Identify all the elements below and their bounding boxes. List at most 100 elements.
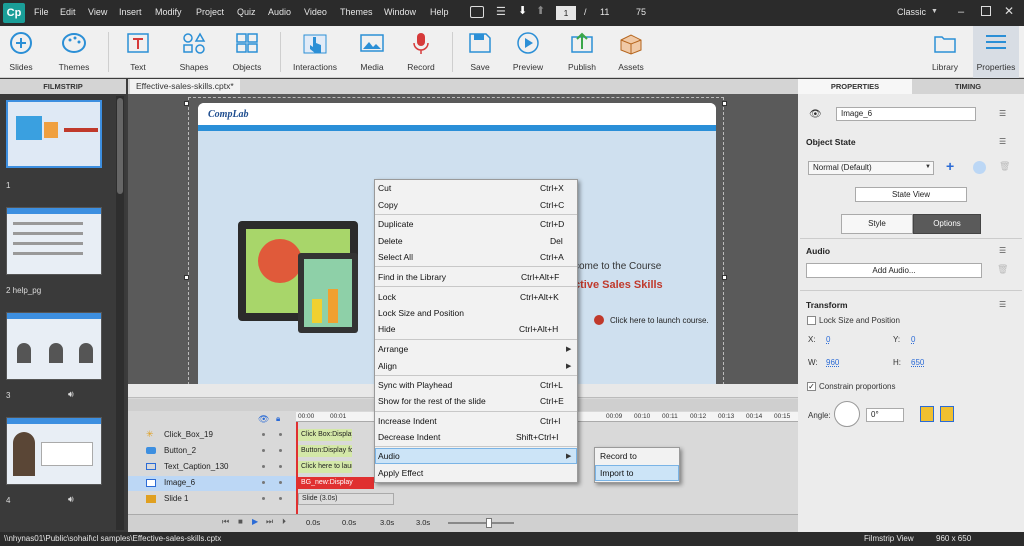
state-pointer-icon[interactable] xyxy=(973,161,986,174)
menu-item-apply-effect[interactable]: Apply Effect xyxy=(378,468,423,478)
chevron-down-icon[interactable]: ▼ xyxy=(925,164,931,170)
options-tab[interactable]: Options xyxy=(913,214,981,234)
menu-file[interactable]: File xyxy=(34,7,49,17)
menu-help[interactable]: Help xyxy=(430,7,449,17)
menu-item-sync-playhead[interactable]: Sync with Playhead xyxy=(378,380,452,390)
state-select[interactable]: Normal (Default) xyxy=(808,161,934,175)
menu-item-hide[interactable]: Hide xyxy=(378,324,395,334)
menu-project[interactable]: Project xyxy=(196,7,224,17)
zoom-slider-thumb[interactable] xyxy=(486,518,492,528)
object-name-field[interactable]: Image_6 xyxy=(836,107,976,121)
visibility-eye-icon[interactable]: 👁︎ xyxy=(809,109,822,120)
save-button[interactable]: Save xyxy=(462,26,498,78)
tab-properties[interactable]: PROPERTIES xyxy=(798,79,912,94)
prev-slide-icon[interactable]: ⬆ xyxy=(536,4,545,17)
timeline-row[interactable]: Text_Caption_130 xyxy=(128,460,296,475)
timeline-row[interactable]: Slide 1 xyxy=(128,492,296,507)
resize-handle[interactable] xyxy=(184,275,189,280)
menu-item-cut[interactable]: Cut xyxy=(378,183,391,193)
constrain-checkbox[interactable]: ✓ xyxy=(807,382,816,391)
menu-item-arrange[interactable]: Arrange xyxy=(378,344,408,354)
preview-screen-icon[interactable] xyxy=(470,6,484,18)
publish-button[interactable]: Publish xyxy=(563,26,601,78)
menu-item-duplicate[interactable]: Duplicate xyxy=(378,219,413,229)
loop-icon[interactable]: ⏵ xyxy=(282,517,286,527)
timeline-bar[interactable]: Click Box:Display xyxy=(298,429,352,441)
add-state-icon[interactable]: + xyxy=(946,158,954,174)
x-value[interactable]: 0 xyxy=(826,335,830,344)
panel-menu-icon[interactable]: ☰ xyxy=(999,300,1006,309)
angle-dial[interactable] xyxy=(834,401,860,427)
slide-thumbnail-2[interactable] xyxy=(6,207,102,275)
forward-icon[interactable]: ⏭ xyxy=(266,517,273,527)
rotate-right-icon[interactable] xyxy=(940,406,954,422)
preview-button[interactable]: Preview xyxy=(508,26,548,78)
tab-timing[interactable]: TIMING xyxy=(912,79,1024,94)
menu-item-align[interactable]: Align xyxy=(378,361,397,371)
next-slide-icon[interactable]: ⬇ xyxy=(518,4,527,17)
menu-item-audio-highlight[interactable] xyxy=(375,448,577,464)
style-tab[interactable]: Style xyxy=(841,214,913,234)
panel-menu-icon[interactable]: ☰ xyxy=(999,109,1006,118)
timeline-zoom-slider[interactable] xyxy=(448,522,514,524)
menu-item-lock-size-position[interactable]: Lock Size and Position xyxy=(378,308,464,318)
h-value[interactable]: 650 xyxy=(911,358,924,367)
objects-button[interactable]: Objects xyxy=(228,26,266,78)
record-button[interactable]: Record xyxy=(402,26,440,78)
page-number-input[interactable]: 1 xyxy=(556,6,576,20)
submenu-import-to[interactable]: Import to xyxy=(600,468,634,478)
trash-icon[interactable]: 🗑︎ xyxy=(997,264,1008,275)
themes-button[interactable]: Themes xyxy=(54,26,94,78)
maximize-icon[interactable] xyxy=(981,6,991,16)
timeline-bar-selected[interactable]: BG_new:Display xyxy=(298,477,374,489)
rotate-left-icon[interactable] xyxy=(920,406,934,422)
y-value[interactable]: 0 xyxy=(911,335,915,344)
text-button[interactable]: Text xyxy=(120,26,156,78)
add-audio-button[interactable]: Add Audio... xyxy=(806,263,982,278)
menu-item-delete[interactable]: Delete xyxy=(378,236,403,246)
resize-handle[interactable] xyxy=(722,101,727,106)
assets-button[interactable]: Assets xyxy=(612,26,650,78)
rewind-icon[interactable]: ⏮ xyxy=(222,517,229,527)
state-view-button[interactable]: State View xyxy=(855,187,967,202)
stop-icon[interactable]: ■ xyxy=(238,517,243,526)
menu-item-audio[interactable]: Audio xyxy=(378,451,400,461)
document-tab[interactable]: Effective-sales-skills.cptx* xyxy=(130,79,240,94)
visibility-eye-icon[interactable]: 👁︎ xyxy=(258,414,269,425)
interactions-button[interactable]: Interactions xyxy=(288,26,342,78)
close-icon[interactable]: ✕ xyxy=(1004,4,1014,18)
shapes-button[interactable]: Shapes xyxy=(175,26,213,78)
panel-menu-icon[interactable]: ☰ xyxy=(999,246,1006,255)
menu-item-find-in-library[interactable]: Find in the Library xyxy=(378,272,446,282)
trash-icon[interactable]: 🗑︎ xyxy=(999,161,1010,172)
library-button[interactable]: Library xyxy=(926,26,964,78)
timeline-row-selected[interactable]: Image_6 xyxy=(128,476,296,491)
filmstrip-scrollbar[interactable] xyxy=(116,96,124,530)
properties-button[interactable]: Properties xyxy=(973,26,1019,78)
timeline-bar[interactable]: Click here to laun xyxy=(298,461,352,473)
menu-insert[interactable]: Insert xyxy=(119,7,142,17)
menu-item-increase-indent[interactable]: Increase Indent xyxy=(378,416,437,426)
workspace-chevron-icon[interactable]: ▼ xyxy=(931,8,938,15)
menu-item-show-rest-of-slide[interactable]: Show for the rest of the slide xyxy=(378,396,486,406)
slides-button[interactable]: Slides xyxy=(2,26,40,78)
resize-handle[interactable] xyxy=(184,101,189,106)
angle-field[interactable]: 0° xyxy=(866,408,904,422)
timeline-row[interactable]: Button_2 xyxy=(128,444,296,459)
menu-dropdown-icon[interactable]: ☰ xyxy=(496,5,506,18)
menu-themes[interactable]: Themes xyxy=(340,7,373,17)
workspace-select[interactable]: Classic xyxy=(897,7,926,17)
panel-menu-icon[interactable]: ☰ xyxy=(999,137,1006,146)
w-value[interactable]: 960 xyxy=(826,358,839,367)
timeline-bar[interactable]: Slide (3.0s) xyxy=(298,493,394,505)
media-button[interactable]: Media xyxy=(352,26,392,78)
minimize-icon[interactable]: – xyxy=(958,6,964,18)
menu-modify[interactable]: Modify xyxy=(155,7,182,17)
submenu-record-to[interactable]: Record to xyxy=(600,451,637,461)
menu-video[interactable]: Video xyxy=(304,7,327,17)
zoom-level[interactable]: 75 xyxy=(636,7,646,17)
menu-quiz[interactable]: Quiz xyxy=(237,7,256,17)
timeline-row[interactable]: ✳ Click_Box_19 xyxy=(128,428,296,443)
slide-thumbnail-1[interactable] xyxy=(6,100,102,168)
lock-icon[interactable]: 🔒︎ xyxy=(276,414,280,424)
